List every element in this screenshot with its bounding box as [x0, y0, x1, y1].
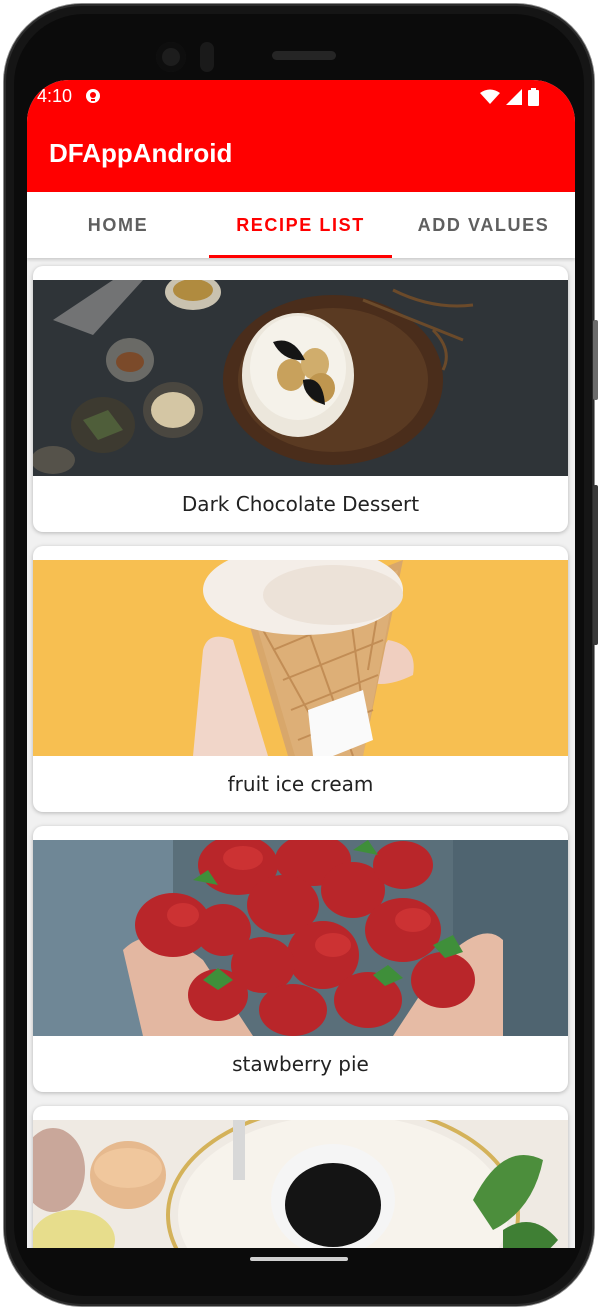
battery-icon	[528, 88, 539, 106]
status-bar: 4:10	[27, 80, 575, 116]
recipe-name: Dark Chocolate Dessert	[181, 492, 420, 516]
tab-add-values[interactable]: ADD VALUES	[392, 192, 575, 258]
recipe-card[interactable]: Dark Chocolate Dessert	[33, 266, 568, 532]
status-time: 4:10	[37, 86, 73, 106]
notification-icon	[86, 89, 100, 103]
tab-recipe-list[interactable]: RECIPE LIST	[209, 192, 392, 258]
earpiece-speaker	[272, 51, 336, 60]
recipe-card[interactable]	[33, 1106, 568, 1248]
power-button	[593, 320, 598, 400]
strawberries-photo	[33, 840, 568, 1036]
status-icons	[480, 88, 539, 106]
recipe-name: fruit ice cream	[227, 772, 374, 796]
app-bar: DFAppAndroid	[27, 116, 575, 192]
front-camera	[156, 42, 186, 72]
ice-cream-cone-photo	[33, 560, 568, 756]
dessert-photo	[33, 280, 568, 476]
screen: 4:10 DFAppAndroid HOME RECIPE LIST ADD V…	[27, 80, 575, 1248]
recipe-name: stawberry pie	[232, 1052, 369, 1076]
tab-home[interactable]: HOME	[27, 192, 209, 258]
proximity-sensor	[200, 42, 214, 72]
app-title: DFAppAndroid	[49, 138, 233, 168]
recipe-card[interactable]: fruit ice cream	[33, 546, 568, 812]
tab-bar: HOME RECIPE LIST ADD VALUES	[27, 192, 575, 258]
volume-button	[593, 485, 598, 645]
macarons-coffee-photo	[33, 1120, 568, 1248]
wifi-icon	[480, 89, 500, 104]
signal-icon	[506, 89, 522, 105]
recipe-card[interactable]: stawberry pie	[33, 826, 568, 1092]
tab-indicator	[209, 255, 392, 258]
home-indicator[interactable]	[250, 1257, 348, 1261]
